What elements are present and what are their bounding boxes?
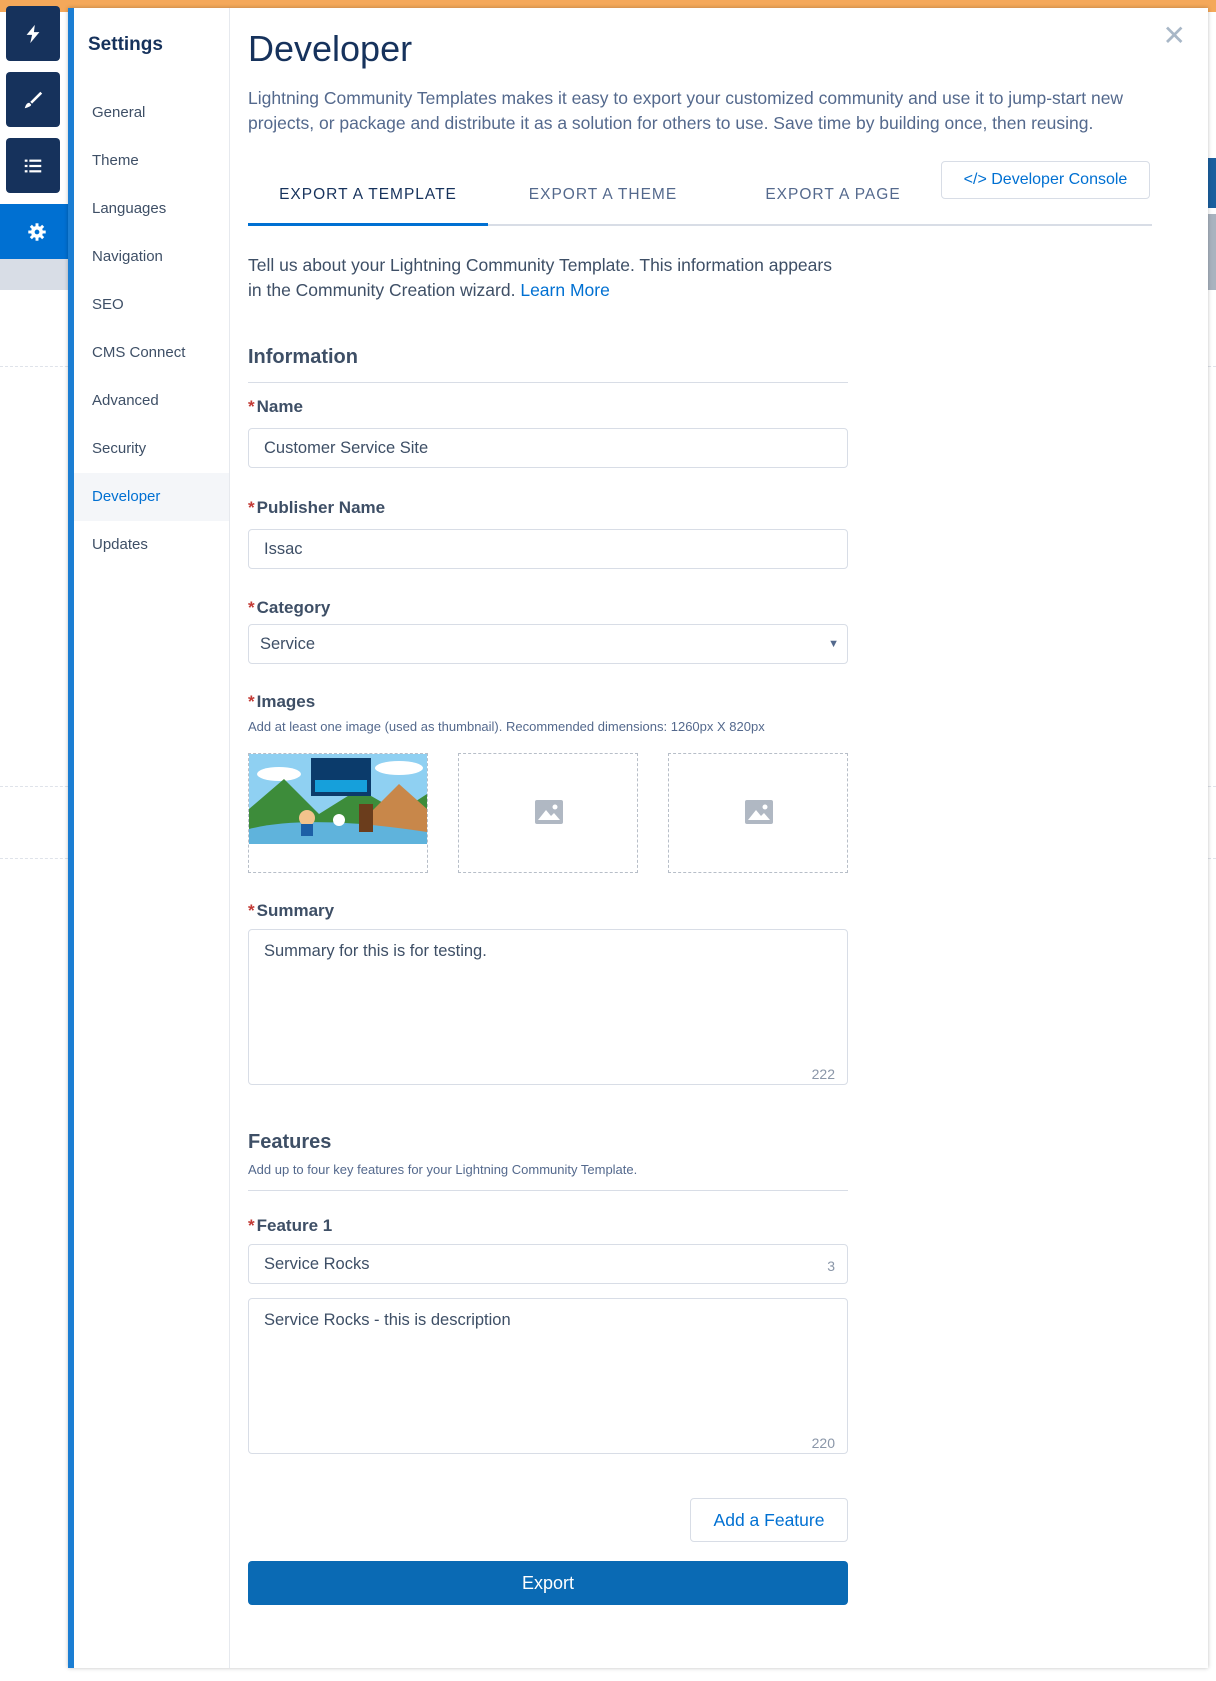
- summary-textarea[interactable]: Summary for this is for testing. 222: [248, 929, 848, 1085]
- background-scrollbar: [1208, 214, 1216, 290]
- images-hint: Add at least one image (used as thumbnai…: [248, 719, 765, 734]
- feature1-title-char-count: 3: [827, 1258, 835, 1274]
- category-label: * Category: [248, 598, 330, 618]
- learn-more-link[interactable]: Learn More: [520, 280, 610, 300]
- nav-item-languages[interactable]: Languages: [74, 185, 229, 233]
- page-title: Developer: [248, 28, 413, 69]
- nav-item-updates[interactable]: Updates: [74, 521, 229, 569]
- builder-rail: [0, 0, 74, 1681]
- feature1-description-textarea[interactable]: Service Rocks - this is description 220: [248, 1298, 848, 1454]
- tab-export-theme[interactable]: EXPORT A THEME: [488, 160, 718, 226]
- category-label-text: Category: [256, 598, 331, 617]
- summary-label: * Summary: [248, 901, 334, 921]
- required-mark: *: [248, 598, 255, 617]
- features-divider: [248, 1190, 848, 1191]
- rail-brush-button[interactable]: [6, 72, 60, 127]
- required-mark: *: [248, 901, 255, 920]
- required-mark: *: [248, 1216, 255, 1235]
- name-input[interactable]: Customer Service Site: [248, 428, 848, 468]
- required-mark: *: [248, 692, 255, 711]
- settings-nav: Settings General Theme Languages Navigat…: [74, 8, 230, 1668]
- publisher-input[interactable]: Issac: [248, 529, 848, 569]
- nav-item-security[interactable]: Security: [74, 425, 229, 473]
- name-label: * Name: [248, 397, 303, 417]
- images-label-text: Images: [256, 692, 316, 711]
- form-description: Tell us about your Lightning Community T…: [248, 253, 848, 303]
- chevron-down-icon: ▼: [828, 638, 839, 650]
- feature1-title-input[interactable]: Service Rocks 3: [248, 1244, 848, 1284]
- information-heading: Information: [248, 346, 358, 368]
- tab-export-page[interactable]: EXPORT A PAGE: [718, 160, 948, 226]
- images-label: * Images: [248, 692, 315, 712]
- nav-item-seo[interactable]: SEO: [74, 281, 229, 329]
- feature1-description-char-count: 220: [811, 1435, 835, 1451]
- brush-icon: [24, 91, 43, 108]
- nav-item-cms-connect[interactable]: CMS Connect: [74, 329, 229, 377]
- nav-item-advanced[interactable]: Advanced: [74, 377, 229, 425]
- features-heading: Features: [248, 1131, 332, 1153]
- summary-label-text: Summary: [256, 901, 335, 920]
- rail-settings-button[interactable]: [0, 204, 74, 259]
- rail-lightning-button[interactable]: [6, 6, 60, 61]
- feature1-title-text: Service Rocks: [264, 1255, 370, 1273]
- image-slot-3[interactable]: [668, 753, 848, 873]
- nav-item-theme[interactable]: Theme: [74, 137, 229, 185]
- features-hint: Add up to four key features for your Lig…: [248, 1162, 638, 1177]
- required-mark: *: [248, 498, 255, 517]
- image-slot-1[interactable]: [248, 753, 428, 873]
- publisher-label-text: Publisher Name: [256, 498, 386, 517]
- image-placeholder-icon: [535, 800, 563, 824]
- feature1-description-text: Service Rocks - this is description: [264, 1311, 511, 1329]
- image-slot-2[interactable]: [458, 753, 638, 873]
- name-label-text: Name: [256, 397, 303, 416]
- nav-item-general[interactable]: General: [74, 89, 229, 137]
- image-placeholder-icon: [745, 800, 773, 824]
- category-select-value: Service: [260, 635, 316, 653]
- required-mark: *: [248, 397, 255, 416]
- category-select[interactable]: Service ▼: [248, 624, 848, 664]
- settings-nav-list: General Theme Languages Navigation SEO C…: [74, 89, 229, 569]
- feature1-label-text: Feature 1: [256, 1216, 333, 1235]
- summary-text: Summary for this is for testing.: [264, 942, 487, 960]
- rail-pages-button[interactable]: [6, 138, 60, 193]
- lightning-icon: [26, 24, 40, 43]
- list-icon: [24, 159, 42, 172]
- tab-export-template[interactable]: EXPORT A TEMPLATE: [248, 160, 488, 226]
- settings-nav-title: Settings: [88, 34, 163, 55]
- summary-char-count: 222: [811, 1066, 835, 1082]
- nav-item-developer[interactable]: Developer: [74, 473, 229, 521]
- publisher-label: * Publisher Name: [248, 498, 385, 518]
- add-feature-button[interactable]: Add a Feature: [690, 1498, 848, 1542]
- settings-panel: Settings General Theme Languages Navigat…: [68, 8, 1208, 1668]
- nav-item-navigation[interactable]: Navigation: [74, 233, 229, 281]
- close-icon[interactable]: ✕: [1163, 22, 1186, 50]
- page-intro: Lightning Community Templates makes it e…: [248, 88, 1124, 133]
- information-divider: [248, 382, 848, 383]
- developer-console-button[interactable]: </> Developer Console: [941, 161, 1150, 199]
- export-button[interactable]: Export: [248, 1561, 848, 1605]
- template-thumbnail-image: [249, 754, 427, 844]
- background-tab-edge: [1208, 158, 1216, 208]
- gear-icon: [28, 222, 46, 241]
- feature1-label: * Feature 1: [248, 1216, 332, 1236]
